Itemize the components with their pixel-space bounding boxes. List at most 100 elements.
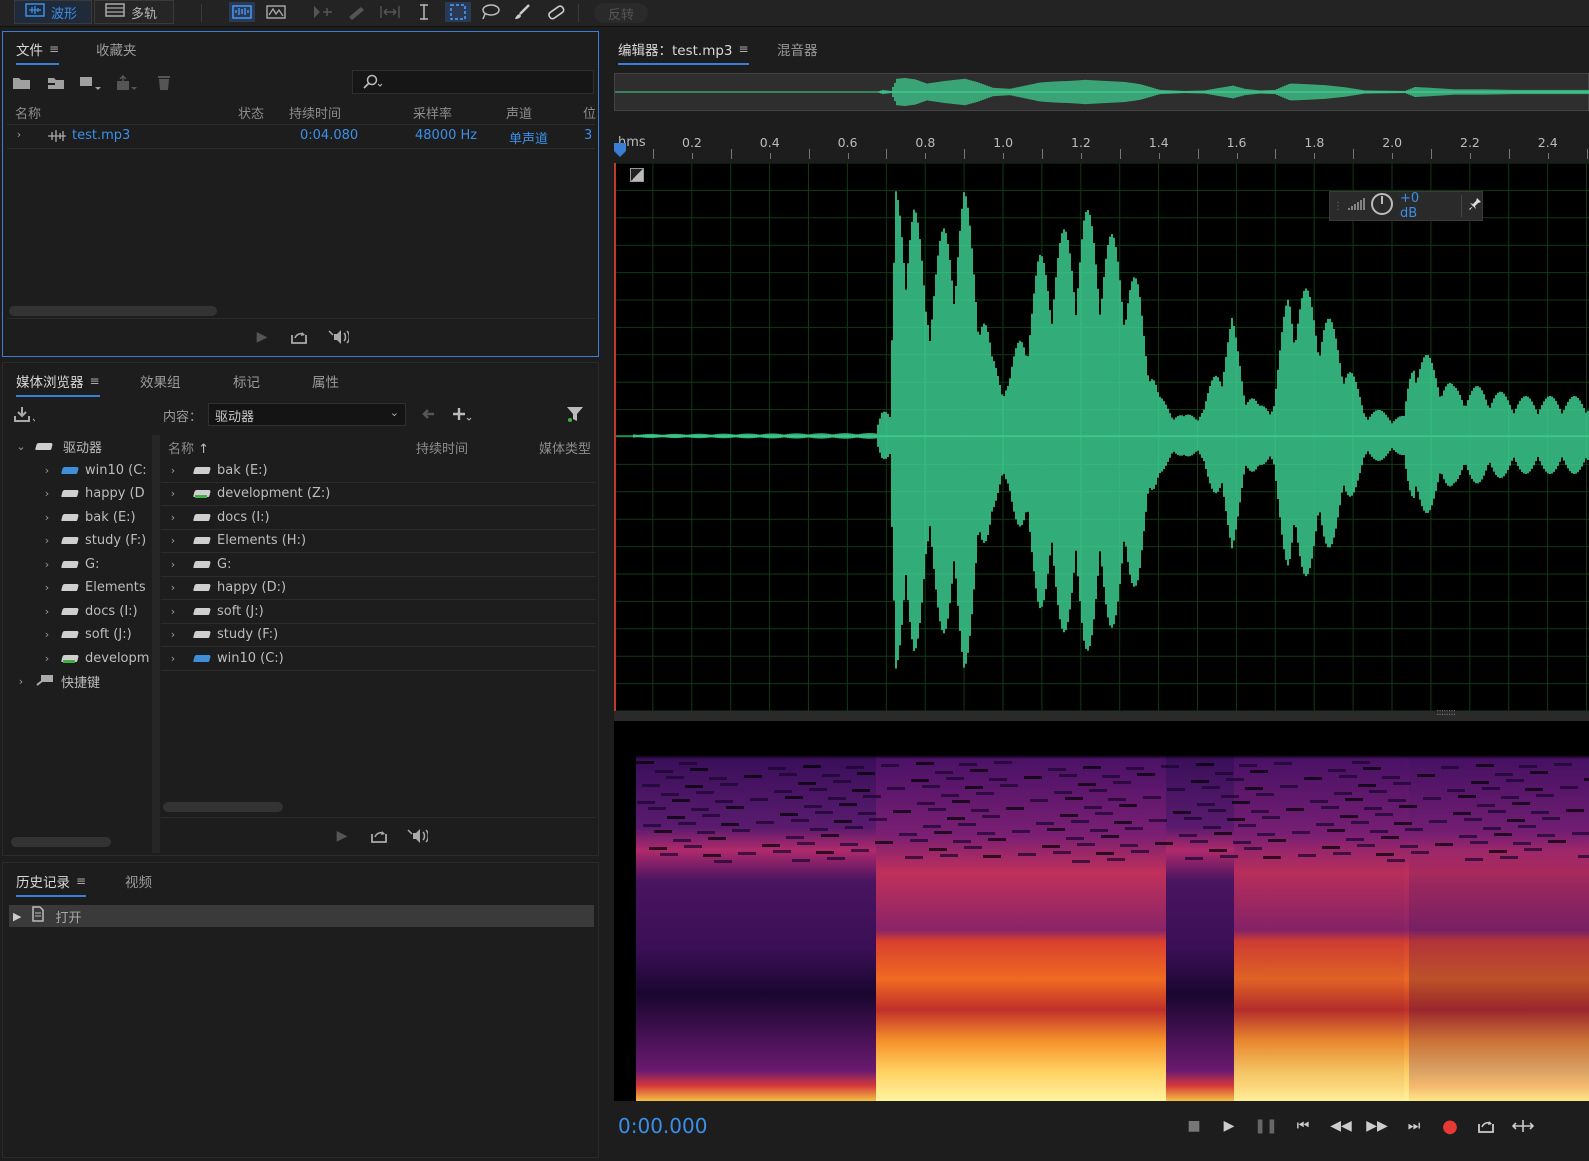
filter-icon[interactable]: [565, 404, 587, 424]
pause-icon[interactable]: ❚❚: [1254, 1115, 1277, 1137]
list-horizontal-scrollbar[interactable]: [163, 802, 283, 812]
new-file-icon[interactable]: [79, 73, 101, 93]
tree-item[interactable]: › Elements: [9, 576, 153, 600]
tab-video[interactable]: 视频: [125, 871, 152, 891]
chevron-right-icon[interactable]: ›: [165, 511, 181, 524]
chevron-right-icon[interactable]: ›: [39, 464, 55, 477]
drag-grip-icon[interactable]: ⋮: [1333, 201, 1343, 212]
multitrack-view-button[interactable]: 多轨: [94, 0, 174, 24]
tree-item[interactable]: › G:: [9, 553, 153, 577]
panel-menu-icon[interactable]: ≡: [49, 42, 59, 56]
spectral-frequency-display[interactable]: [614, 721, 1589, 1101]
chevron-right-icon[interactable]: ›: [39, 581, 55, 594]
tab-favorites[interactable]: 收藏夹: [96, 39, 137, 59]
tree-horizontal-scrollbar[interactable]: [11, 837, 111, 847]
chevron-right-icon[interactable]: ›: [39, 558, 55, 571]
go-to-start-icon[interactable]: ⏮: [1292, 1115, 1314, 1137]
auto-play-icon[interactable]: [406, 825, 428, 847]
expand-chevron-icon[interactable]: ›: [11, 128, 27, 141]
tree-item[interactable]: › bak (E:): [9, 506, 153, 530]
column-bit[interactable]: 位: [583, 103, 596, 122]
tree-item[interactable]: › developm: [9, 647, 153, 671]
tab-effects-group[interactable]: 效果组: [140, 371, 181, 391]
show-waveform-icon[interactable]: [229, 2, 255, 22]
chevron-right-icon[interactable]: ›: [165, 464, 181, 477]
gain-value[interactable]: +0 dB: [1400, 191, 1433, 221]
tree-item[interactable]: › docs (I:): [9, 600, 153, 624]
chevron-right-icon[interactable]: ›: [39, 534, 55, 547]
list-item[interactable]: › development (Z:): [161, 483, 596, 506]
list-column-duration[interactable]: 持续时间: [416, 438, 468, 457]
tree-root[interactable]: ⌄ 驱动器: [9, 435, 153, 459]
panel-menu-icon[interactable]: ≡: [739, 42, 749, 56]
panel-menu-icon[interactable]: ≡: [90, 374, 100, 388]
tree-item[interactable]: › win10 (C:: [9, 459, 153, 483]
list-item[interactable]: › study (F:): [161, 624, 596, 647]
back-arrow-icon[interactable]: [417, 404, 439, 424]
chevron-right-icon[interactable]: ›: [165, 628, 181, 641]
list-item[interactable]: › docs (I:): [161, 506, 596, 530]
playhead-marker-icon[interactable]: [614, 143, 626, 157]
chevron-right-icon[interactable]: ›: [39, 511, 55, 524]
tree-shortcuts[interactable]: › 快捷键: [9, 670, 153, 694]
file-row[interactable]: › test.mp3 0:04.080 48000 Hz 单声道 3: [7, 125, 595, 148]
list-item[interactable]: › win10 (C:): [161, 647, 596, 671]
gain-knob-icon[interactable]: [1370, 192, 1394, 220]
chevron-right-icon[interactable]: ›: [165, 534, 181, 547]
auto-play-icon[interactable]: [327, 326, 349, 348]
tab-mixer[interactable]: 混音器: [777, 39, 818, 59]
waveform-view-button[interactable]: 波形: [14, 0, 92, 24]
list-item[interactable]: › Elements (H:): [161, 530, 596, 553]
panel-menu-icon[interactable]: ≡: [76, 874, 86, 888]
spot-healing-tool-icon[interactable]: [543, 2, 569, 22]
column-status[interactable]: 状态: [238, 103, 264, 122]
slip-tool-icon[interactable]: [377, 2, 403, 22]
play-icon[interactable]: ▶: [1218, 1115, 1240, 1137]
list-item[interactable]: › happy (D:): [161, 577, 596, 600]
loop-preview-icon[interactable]: [288, 326, 310, 348]
lasso-tool-icon[interactable]: [477, 2, 503, 22]
view-splitter[interactable]: ::::::::: [614, 707, 1589, 721]
waveform-display[interactable]: ⋮ +0 dB: [614, 163, 1589, 711]
open-file-icon[interactable]: [11, 73, 33, 93]
chevron-right-icon[interactable]: ›: [39, 652, 55, 665]
chevron-down-icon[interactable]: ⌄: [13, 440, 29, 453]
play-preview-icon[interactable]: ▶: [251, 326, 273, 348]
file-search-input[interactable]: [352, 70, 594, 94]
tab-history[interactable]: 历史记录 ≡: [16, 871, 86, 897]
export-file-icon[interactable]: [115, 73, 137, 93]
horizontal-scrollbar[interactable]: [9, 306, 217, 316]
record-icon[interactable]: ●: [1439, 1115, 1461, 1137]
tab-markers[interactable]: 标记: [233, 371, 260, 391]
column-sample-rate[interactable]: 采样率: [413, 103, 452, 122]
stop-icon[interactable]: ■: [1183, 1115, 1205, 1137]
chevron-right-icon[interactable]: ›: [165, 558, 181, 571]
column-duration[interactable]: 持续时间: [289, 103, 341, 122]
content-select[interactable]: 驱动器 ⌄: [208, 403, 406, 426]
loop-preview-icon[interactable]: [368, 825, 390, 847]
tab-properties[interactable]: 属性: [312, 371, 339, 391]
list-item[interactable]: › G:: [161, 553, 596, 577]
tree-item[interactable]: › soft (J:): [9, 623, 153, 647]
chevron-right-icon[interactable]: ›: [165, 652, 181, 665]
chevron-right-icon[interactable]: ›: [165, 487, 181, 500]
import-file-icon[interactable]: [45, 73, 67, 93]
list-column-name[interactable]: 名称 ↑: [168, 438, 209, 457]
chevron-right-icon[interactable]: ›: [39, 605, 55, 618]
column-name[interactable]: 名称: [15, 103, 41, 122]
tab-media-browser[interactable]: 媒体浏览器 ≡: [16, 371, 100, 397]
go-to-end-icon[interactable]: ⏭: [1403, 1115, 1425, 1137]
column-channels[interactable]: 声道: [506, 103, 532, 122]
chevron-right-icon[interactable]: ›: [39, 487, 55, 500]
move-tool-icon[interactable]: [309, 2, 335, 22]
tab-editor[interactable]: 编辑器：test.mp3 ≡: [618, 39, 749, 65]
history-entry[interactable]: ▶ 打开: [9, 905, 594, 927]
play-preview-icon[interactable]: ▶: [331, 825, 353, 847]
time-ruler[interactable]: hms 0.2 0.4 0.6 0.8 1.0 1.2 1.4 1.6 1.8 2.0 2.2 2.4: [614, 131, 1589, 163]
tab-files[interactable]: 文件 ≡: [16, 39, 59, 65]
chevron-right-icon[interactable]: ›: [165, 605, 181, 618]
show-spectral-icon[interactable]: [263, 2, 289, 22]
overview-navigator[interactable]: [614, 73, 1589, 111]
delete-icon[interactable]: [153, 73, 175, 93]
pin-icon[interactable]: [1468, 197, 1482, 215]
